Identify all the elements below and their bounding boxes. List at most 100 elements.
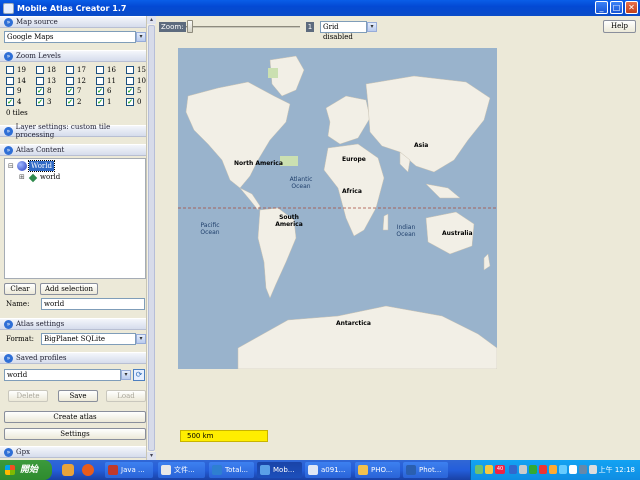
- maximize-button[interactable]: □: [610, 1, 623, 14]
- checkmark-icon[interactable]: ✓: [36, 97, 44, 106]
- zoom-level-9-checkbox[interactable]: 9: [6, 87, 21, 95]
- checkbox-icon[interactable]: [66, 66, 74, 74]
- checkbox-icon[interactable]: [6, 87, 14, 95]
- tree-expand-icon[interactable]: ⊟: [8, 162, 14, 170]
- create-atlas-button[interactable]: Create atlas: [4, 411, 146, 423]
- chevron-down-icon[interactable]: ▾: [121, 370, 131, 380]
- add-selection-button[interactable]: Add selection: [40, 283, 98, 295]
- layer-settings-header[interactable]: » Layer settings: custom tile processing: [0, 123, 146, 139]
- zoom-level-6-checkbox[interactable]: ✓ 6: [96, 87, 111, 95]
- grid-select[interactable]: Grid disabled: [320, 21, 367, 41]
- start-button[interactable]: 開始: [0, 460, 52, 480]
- checkmark-icon[interactable]: ✓: [66, 87, 74, 95]
- left-panel-scrollbar[interactable]: ▴ ▾: [146, 16, 156, 460]
- tray-app-icon[interactable]: [519, 465, 527, 474]
- checkbox-icon[interactable]: [96, 76, 104, 85]
- checkmark-icon[interactable]: ✓: [126, 87, 134, 95]
- checkmark-icon[interactable]: ✓: [36, 87, 44, 95]
- tray-badge-icon[interactable]: 40: [495, 465, 505, 474]
- zoom-level-7-checkbox[interactable]: ✓ 7: [66, 87, 81, 95]
- zoom-level-12-checkbox[interactable]: 12: [66, 76, 86, 85]
- zoom-level-16-checkbox[interactable]: 16: [96, 66, 116, 74]
- zoom-level-15-checkbox[interactable]: 15: [126, 66, 146, 74]
- tray-network-icon[interactable]: [579, 465, 587, 474]
- zoom-level-4-checkbox[interactable]: ✓ 4: [6, 97, 21, 106]
- quicklaunch-firefox-icon[interactable]: [82, 464, 94, 476]
- close-button[interactable]: ✕: [625, 1, 638, 14]
- zoom-levels-header[interactable]: » Zoom Levels: [0, 50, 146, 62]
- zoom-level-1-checkbox[interactable]: ✓ 1: [96, 97, 111, 106]
- map-source-header[interactable]: » Map source: [0, 16, 146, 28]
- taskbar-task-button[interactable]: Java ...: [105, 462, 153, 478]
- quicklaunch-explorer-icon[interactable]: [62, 464, 74, 476]
- zoom-level-2-checkbox[interactable]: ✓ 2: [66, 97, 81, 106]
- zoom-level-17-checkbox[interactable]: 17: [66, 66, 86, 74]
- zoom-level-19-checkbox[interactable]: 19: [6, 66, 26, 74]
- scrollbar-thumb[interactable]: [148, 25, 155, 451]
- map-source-select[interactable]: Google Maps: [4, 31, 136, 43]
- tray-app-icon[interactable]: [539, 465, 547, 474]
- profile-select[interactable]: world: [4, 369, 121, 381]
- atlas-tree[interactable]: ⊟ World ⊞ world: [4, 158, 146, 279]
- zoom-slider-track[interactable]: [186, 26, 300, 28]
- checkmark-icon[interactable]: ✓: [96, 87, 104, 95]
- tray-app-icon[interactable]: [509, 465, 517, 474]
- zoom-level-11-checkbox[interactable]: 11: [96, 76, 116, 85]
- chevron-down-icon[interactable]: ▾: [136, 334, 146, 344]
- atlas-settings-header[interactable]: » Atlas settings: [0, 318, 146, 330]
- zoom-level-10-checkbox[interactable]: 10: [126, 76, 146, 85]
- refresh-icon[interactable]: ⟳: [133, 369, 145, 381]
- tray-app-icon[interactable]: [475, 465, 483, 474]
- zoom-level-8-checkbox[interactable]: ✓ 8: [36, 87, 51, 95]
- zoom-slider-handle[interactable]: [187, 20, 193, 33]
- tree-item-root[interactable]: World: [28, 160, 55, 172]
- atlas-name-input[interactable]: world: [41, 298, 145, 310]
- settings-button[interactable]: Settings: [4, 428, 146, 440]
- chevron-down-icon[interactable]: ▾: [136, 32, 146, 42]
- scroll-up-icon[interactable]: ▴: [147, 16, 156, 24]
- checkmark-icon[interactable]: ✓: [126, 97, 134, 106]
- taskbar-task-button[interactable]: Mob...: [257, 462, 302, 478]
- clear-button[interactable]: Clear: [4, 283, 36, 295]
- checkmark-icon[interactable]: ✓: [96, 97, 104, 106]
- checkbox-icon[interactable]: [36, 76, 44, 85]
- taskbar-task-button[interactable]: 文件...: [158, 462, 205, 478]
- taskbar-task-button[interactable]: PHO...: [355, 462, 400, 478]
- tray-app-icon[interactable]: [559, 465, 567, 474]
- help-button[interactable]: Help: [603, 20, 636, 33]
- checkbox-icon[interactable]: [126, 76, 134, 85]
- checkbox-icon[interactable]: [6, 66, 14, 74]
- tray-volume-icon[interactable]: [589, 465, 597, 474]
- tray-app-icon[interactable]: [485, 465, 493, 474]
- tree-expand-icon[interactable]: ⊞: [19, 173, 25, 181]
- checkbox-icon[interactable]: [126, 66, 134, 74]
- tray-app-icon[interactable]: [569, 465, 577, 474]
- zoom-level-14-checkbox[interactable]: 14: [6, 76, 26, 85]
- taskbar-task-button[interactable]: Total...: [209, 462, 254, 478]
- tree-item-child[interactable]: world: [40, 173, 60, 181]
- zoom-level-3-checkbox[interactable]: ✓ 3: [36, 97, 51, 106]
- world-map[interactable]: North America Atlantic Ocean Europe Asia…: [178, 48, 497, 369]
- checkmark-icon[interactable]: ✓: [6, 97, 14, 106]
- taskbar-clock[interactable]: 上午 12:18: [599, 460, 635, 480]
- taskbar-task-button[interactable]: Phot...: [403, 462, 448, 478]
- taskbar-task-button[interactable]: a091...: [305, 462, 351, 478]
- zoom-level-5-checkbox[interactable]: ✓ 5: [126, 87, 141, 95]
- checkmark-icon[interactable]: ✓: [66, 97, 74, 106]
- save-profile-button[interactable]: Save: [58, 390, 98, 402]
- chevron-down-icon[interactable]: ▾: [367, 22, 377, 32]
- checkbox-icon[interactable]: [6, 76, 14, 85]
- scroll-down-icon[interactable]: ▾: [147, 452, 156, 460]
- zoom-level-18-checkbox[interactable]: 18: [36, 66, 56, 74]
- minimize-button[interactable]: _: [595, 1, 608, 14]
- zoom-level-0-checkbox[interactable]: ✓ 0: [126, 97, 141, 106]
- format-select[interactable]: BigPlanet SQLite: [41, 333, 136, 345]
- gpx-header[interactable]: » Gpx: [0, 446, 146, 458]
- tray-app-icon[interactable]: [529, 465, 537, 474]
- atlas-content-header[interactable]: » Atlas Content: [0, 144, 146, 156]
- saved-profiles-header[interactable]: » Saved profiles: [0, 352, 146, 364]
- checkbox-icon[interactable]: [96, 66, 104, 74]
- checkbox-icon[interactable]: [66, 76, 74, 85]
- checkbox-icon[interactable]: [36, 66, 44, 74]
- load-profile-button[interactable]: Load: [106, 390, 146, 402]
